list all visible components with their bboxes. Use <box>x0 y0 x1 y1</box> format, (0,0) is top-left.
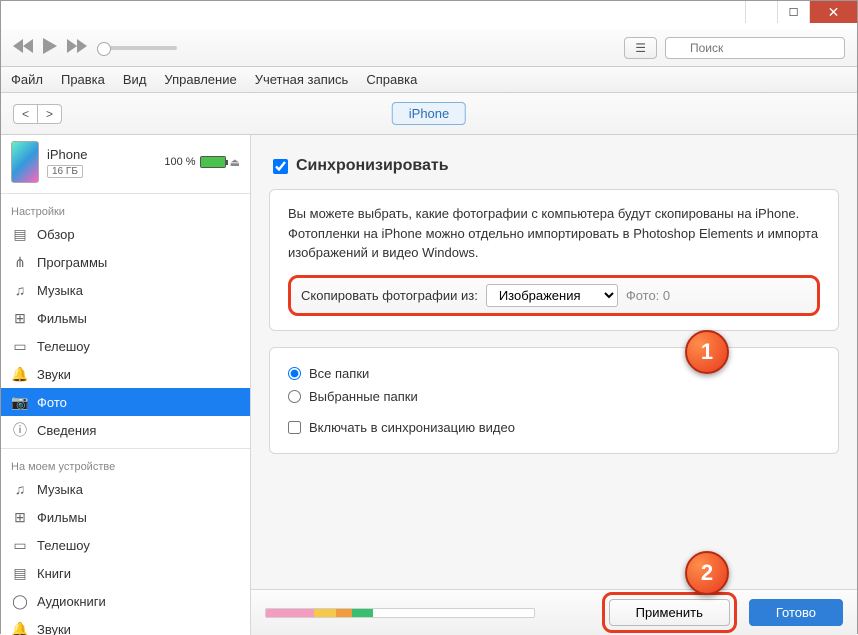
photo-icon: 📷 <box>11 393 29 411</box>
sidebar-item-overview[interactable]: ▤ Обзор <box>1 220 250 248</box>
movies-icon: ⊞ <box>11 309 29 327</box>
description-text: Вы можете выбрать, какие фотографии с ко… <box>288 204 820 263</box>
sidebar-item-music[interactable]: ♫ Музыка <box>1 276 250 304</box>
panel-description: Вы можете выбрать, какие фотографии с ко… <box>269 189 839 331</box>
sidebar-item-movies[interactable]: ⊞ Фильмы <box>1 304 250 332</box>
list-view-button[interactable]: ☰ <box>624 37 657 59</box>
books-icon: ▤ <box>11 564 29 582</box>
device-thumbnail-icon <box>11 141 39 183</box>
menu-view[interactable]: Вид <box>123 72 147 87</box>
main-content: Синхронизировать Вы можете выбрать, каки… <box>251 135 857 635</box>
panel-options: Все папки Выбранные папки Включать в син… <box>269 347 839 454</box>
tv-icon: ▭ <box>11 337 29 355</box>
menu-bar: Файл Правка Вид Управление Учетная запис… <box>1 67 857 93</box>
maximize-button[interactable]: ☐ <box>777 1 809 23</box>
apply-highlight: Применить <box>602 592 737 633</box>
window-titlebar: ☐ ✕ <box>1 1 857 29</box>
option-selected-folders[interactable]: Выбранные папки <box>288 385 820 408</box>
sidebar-item-label: Звуки <box>37 622 71 635</box>
sidebar-section-ondevice: На моем устройстве <box>1 453 250 475</box>
music-icon: ♫ <box>11 480 29 498</box>
sidebar-item-label: Обзор <box>37 227 75 242</box>
done-button[interactable]: Готово <box>749 599 843 626</box>
nav-back-button[interactable]: < <box>13 104 37 124</box>
sidebar-item-label: Телешоу <box>37 339 90 354</box>
sidebar-item-tones[interactable]: 🔔 Звуки <box>1 360 250 388</box>
apps-icon: ⋔ <box>11 253 29 271</box>
sidebar-item-info[interactable]: ⓘ Сведения <box>1 416 250 444</box>
sidebar-item-label: Музыка <box>37 482 83 497</box>
nav-forward-button[interactable]: > <box>37 104 62 124</box>
search-input[interactable] <box>665 37 845 59</box>
copy-from-row: Скопировать фотографии из: Изображения Ф… <box>288 275 820 316</box>
sync-checkbox[interactable] <box>273 159 288 174</box>
menu-file[interactable]: Файл <box>11 72 43 87</box>
menu-edit[interactable]: Правка <box>61 72 105 87</box>
option-all-folders[interactable]: Все папки <box>288 362 820 385</box>
sidebar-item-movies[interactable]: ⊞ Фильмы <box>1 503 250 531</box>
music-icon: ♫ <box>11 281 29 299</box>
play-button[interactable] <box>43 38 57 57</box>
prev-track-button[interactable] <box>13 39 33 56</box>
sidebar-item-label: Книги <box>37 566 71 581</box>
option-include-video[interactable]: Включать в синхронизацию видео <box>288 416 820 439</box>
sidebar-item-label: Фото <box>37 395 67 410</box>
bottom-bar: Применить Готово <box>251 589 857 635</box>
info-icon: ⓘ <box>11 421 29 439</box>
sidebar-item-label: Сведения <box>37 423 96 438</box>
sidebar-item-label: Телешоу <box>37 538 90 553</box>
close-icon: ✕ <box>828 4 840 21</box>
playback-controls <box>13 38 177 57</box>
sidebar-item-music[interactable]: ♫ Музыка <box>1 475 250 503</box>
sub-toolbar: < > iPhone <box>1 93 857 135</box>
annotation-badge-1: 1 <box>685 330 729 374</box>
sidebar-item-audio[interactable]: ◯ Аудиокниги <box>1 587 250 615</box>
menu-account[interactable]: Учетная запись <box>255 72 349 87</box>
maximize-icon: ☐ <box>789 6 799 19</box>
battery-icon <box>200 156 226 168</box>
sidebar-item-label: Звуки <box>37 367 71 382</box>
tv-icon: ▭ <box>11 536 29 554</box>
device-pill[interactable]: iPhone <box>392 102 466 125</box>
sidebar-item-apps[interactable]: ⋔ Программы <box>1 248 250 276</box>
sidebar-item-tv[interactable]: ▭ Телешоу <box>1 332 250 360</box>
overview-icon: ▤ <box>11 225 29 243</box>
minimize-button[interactable] <box>745 1 777 23</box>
device-capacity-badge: 16 ГБ <box>47 165 83 178</box>
top-toolbar: ☰ <box>1 29 857 67</box>
copy-from-select[interactable]: Изображения <box>486 284 618 307</box>
tones-icon: 🔔 <box>11 620 29 635</box>
photo-count-label: Фото: 0 <box>626 288 670 303</box>
sync-label: Синхронизировать <box>296 157 449 175</box>
sidebar: iPhone 16 ГБ 100 % ⏏ Настройки ▤ Обзор ⋔ Пр… <box>1 135 251 635</box>
device-header[interactable]: iPhone 16 ГБ 100 % ⏏ <box>1 135 250 189</box>
sidebar-item-photo[interactable]: 📷 Фото <box>1 388 250 416</box>
audio-icon: ◯ <box>11 592 29 610</box>
sidebar-item-label: Программы <box>37 255 107 270</box>
copy-from-label: Скопировать фотографии из: <box>301 288 478 303</box>
sidebar-item-label: Фильмы <box>37 510 87 525</box>
close-button[interactable]: ✕ <box>809 1 857 23</box>
eject-button[interactable]: ⏏ <box>230 156 240 169</box>
volume-slider[interactable] <box>97 46 177 50</box>
sidebar-item-tv[interactable]: ▭ Телешоу <box>1 531 250 559</box>
sidebar-section-settings: Настройки <box>1 198 250 220</box>
battery-percent: 100 % <box>164 156 195 168</box>
sidebar-item-label: Фильмы <box>37 311 87 326</box>
next-track-button[interactable] <box>67 39 87 56</box>
movies-icon: ⊞ <box>11 508 29 526</box>
storage-meter <box>265 608 535 618</box>
sidebar-item-books[interactable]: ▤ Книги <box>1 559 250 587</box>
menu-help[interactable]: Справка <box>366 72 417 87</box>
sidebar-item-label: Музыка <box>37 283 83 298</box>
sidebar-item-label: Аудиокниги <box>37 594 106 609</box>
apply-button[interactable]: Применить <box>609 599 730 626</box>
annotation-badge-2: 2 <box>685 551 729 595</box>
device-name: iPhone <box>47 147 156 162</box>
tones-icon: 🔔 <box>11 365 29 383</box>
sidebar-item-tones[interactable]: 🔔 Звуки <box>1 615 250 635</box>
menu-controls[interactable]: Управление <box>164 72 236 87</box>
